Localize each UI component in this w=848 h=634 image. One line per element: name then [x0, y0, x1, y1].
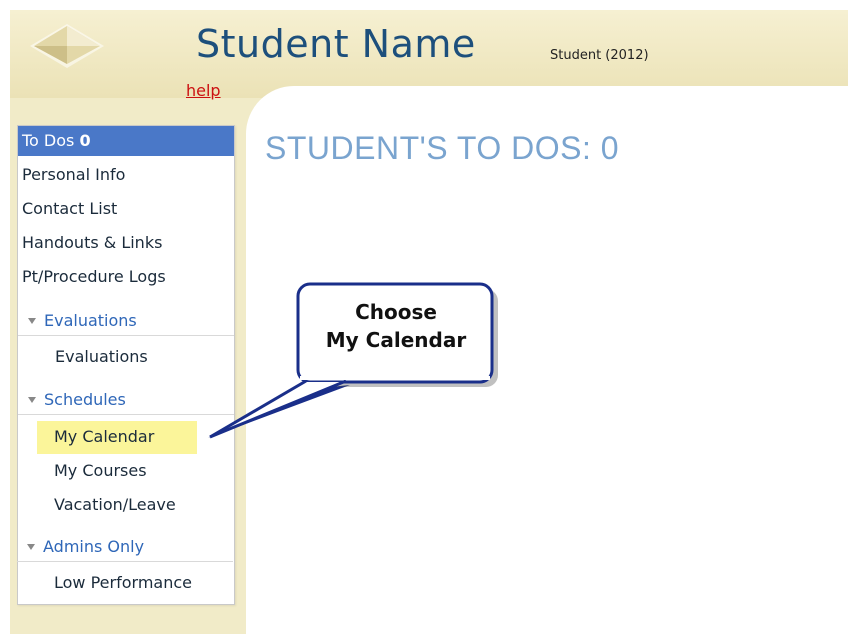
callout-line-2: My Calendar — [325, 328, 467, 352]
callout-line-1: Choose — [355, 300, 437, 324]
callout-text: Choose My Calendar — [303, 298, 489, 354]
